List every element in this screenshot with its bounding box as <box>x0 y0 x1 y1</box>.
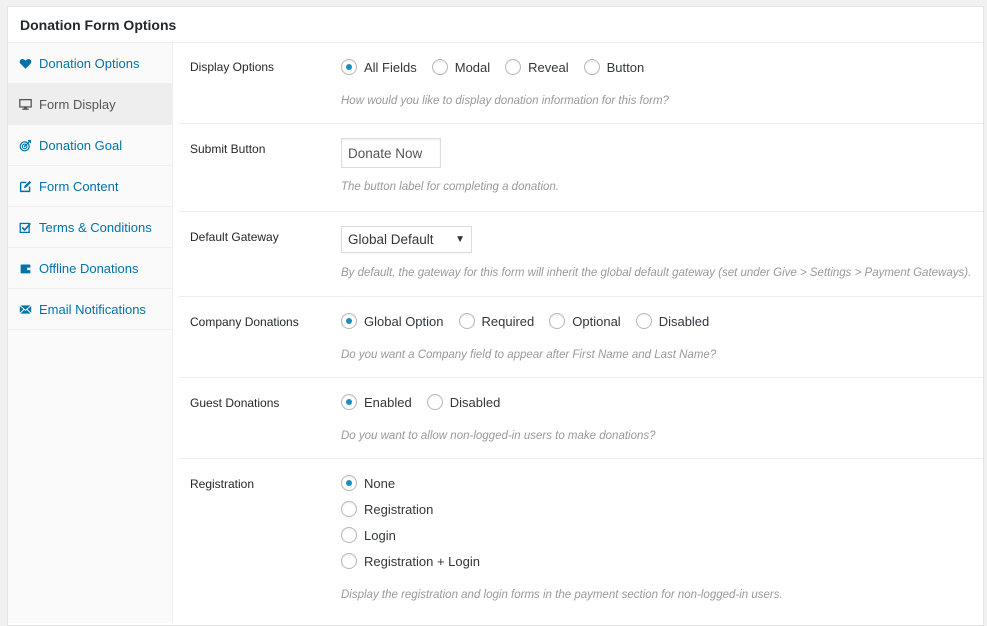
radio-circle[interactable] <box>635 313 652 329</box>
display-options-row: Display Options All Fields Modal Reveal … <box>179 43 983 124</box>
field-description: Do you want to allow non-logged-in users… <box>341 430 656 442</box>
guest-donations-row: Guest Donations Enabled Disabled Do you … <box>179 378 983 459</box>
sidebar-item-form-content[interactable]: Form Content <box>8 166 172 207</box>
radio-label: Registration <box>364 501 434 517</box>
heart-icon <box>18 56 32 70</box>
radio-circle[interactable] <box>458 313 475 329</box>
field-description: By default, the gateway for this form wi… <box>341 267 972 279</box>
radio-all-fields[interactable]: All Fields <box>341 59 417 75</box>
monitor-icon <box>18 97 32 111</box>
submit-button-label-input[interactable] <box>341 138 441 168</box>
radio-circle-checked[interactable] <box>341 475 357 491</box>
radio-circle-checked[interactable] <box>341 59 357 75</box>
sidebar-item-label: Offline Donations <box>39 260 139 276</box>
default-gateway-row: Default Gateway Global Default ▼ By defa… <box>179 212 983 297</box>
radio-label: Disabled <box>658 313 710 329</box>
envelope-icon <box>18 302 32 316</box>
radio-registration-login[interactable]: Registration + Login <box>341 553 480 569</box>
sidebar-item-label: Donation Options <box>39 55 140 71</box>
chevron-down-icon: ▼ <box>455 234 465 245</box>
donation-form-options-panel: Donation Form Options Donation Options F… <box>7 6 984 626</box>
sidebar-item-form-display[interactable]: Form Display <box>8 84 172 125</box>
radio-registration[interactable]: Registration <box>341 501 433 517</box>
sidebar: Donation Options Form Display Donation G… <box>8 43 173 623</box>
radio-circle[interactable] <box>341 527 357 543</box>
radio-label: Modal <box>454 59 491 75</box>
radio-label: Registration + Login <box>364 553 480 569</box>
radio-label: Button <box>606 59 645 75</box>
sidebar-item-donation-options[interactable]: Donation Options <box>8 43 172 84</box>
radio-label: Global Option <box>364 313 444 329</box>
radio-disabled[interactable]: Disabled <box>426 394 501 410</box>
radio-required[interactable]: Required <box>458 313 535 329</box>
company-donations-row: Company Donations Global Option Required… <box>179 297 983 378</box>
edit-icon <box>18 179 32 193</box>
field-label: Display Options <box>190 60 275 74</box>
radio-circle[interactable] <box>583 59 600 75</box>
sidebar-item-label: Form Content <box>39 178 119 194</box>
sidebar-item-label: Form Display <box>39 96 116 112</box>
guest-donations-radio-group: Enabled Disabled <box>341 394 983 410</box>
radio-label: Disabled <box>449 394 501 410</box>
radio-button[interactable]: Button <box>583 59 645 75</box>
checkbox-icon <box>18 220 32 234</box>
radio-circle[interactable] <box>341 553 357 569</box>
select-value: Global Default <box>348 232 434 247</box>
radio-disabled[interactable]: Disabled <box>635 313 710 329</box>
submit-button-row: Submit Button The button label for compl… <box>179 124 983 212</box>
radio-global-option[interactable]: Global Option <box>341 313 444 329</box>
radio-label: None <box>364 475 396 491</box>
radio-circle[interactable] <box>549 313 566 329</box>
radio-label: All Fields <box>364 59 417 75</box>
radio-label: Reveal <box>528 59 569 75</box>
radio-circle-checked[interactable] <box>341 394 357 410</box>
radio-circle[interactable] <box>426 394 443 410</box>
company-donations-radio-group: Global Option Required Optional Disabled <box>341 313 983 329</box>
display-options-radio-group: All Fields Modal Reveal Button <box>341 59 983 75</box>
radio-label: Required <box>481 313 535 329</box>
radio-none[interactable]: None <box>341 475 395 491</box>
radio-circle[interactable] <box>341 501 357 517</box>
field-label: Default Gateway <box>190 230 279 244</box>
radio-reveal[interactable]: Reveal <box>505 59 569 75</box>
field-label: Submit Button <box>190 142 266 156</box>
sidebar-item-email-notifications[interactable]: Email Notifications <box>8 289 172 330</box>
field-label: Company Donations <box>190 315 299 329</box>
sidebar-item-label: Terms & Conditions <box>39 219 152 235</box>
panel-title: Donation Form Options <box>8 7 983 43</box>
radio-label: Login <box>364 527 396 543</box>
field-description: How would you like to display donation i… <box>341 95 669 107</box>
field-label: Registration <box>190 477 255 491</box>
sidebar-item-offline-donations[interactable]: Offline Donations <box>8 248 172 289</box>
default-gateway-select[interactable]: Global Default ▼ <box>341 226 472 253</box>
field-description: The button label for completing a donati… <box>341 181 560 193</box>
radio-enabled[interactable]: Enabled <box>341 394 412 410</box>
sidebar-item-label: Donation Goal <box>39 137 123 153</box>
radio-label: Optional <box>572 313 621 329</box>
form-display-settings: Display Options All Fields Modal Reveal … <box>179 43 983 619</box>
sidebar-item-donation-goal[interactable]: Donation Goal <box>8 125 172 166</box>
target-icon <box>18 138 32 152</box>
radio-optional[interactable]: Optional <box>549 313 621 329</box>
radio-circle-checked[interactable] <box>341 313 357 329</box>
sidebar-item-terms-conditions[interactable]: Terms & Conditions <box>8 207 172 248</box>
wallet-icon <box>18 261 32 275</box>
field-description: Display the registration and login forms… <box>341 589 783 601</box>
radio-label: Enabled <box>364 394 412 410</box>
registration-row: Registration None Registration Login Reg… <box>179 459 983 619</box>
field-description: Do you want a Company field to appear af… <box>341 349 717 361</box>
radio-login[interactable]: Login <box>341 527 396 543</box>
radio-modal[interactable]: Modal <box>431 59 491 75</box>
radio-circle[interactable] <box>431 59 448 75</box>
field-label: Guest Donations <box>190 396 280 410</box>
registration-radio-group: None Registration Login Registration + L… <box>341 475 983 569</box>
radio-circle[interactable] <box>505 59 522 75</box>
sidebar-item-label: Email Notifications <box>39 301 146 317</box>
